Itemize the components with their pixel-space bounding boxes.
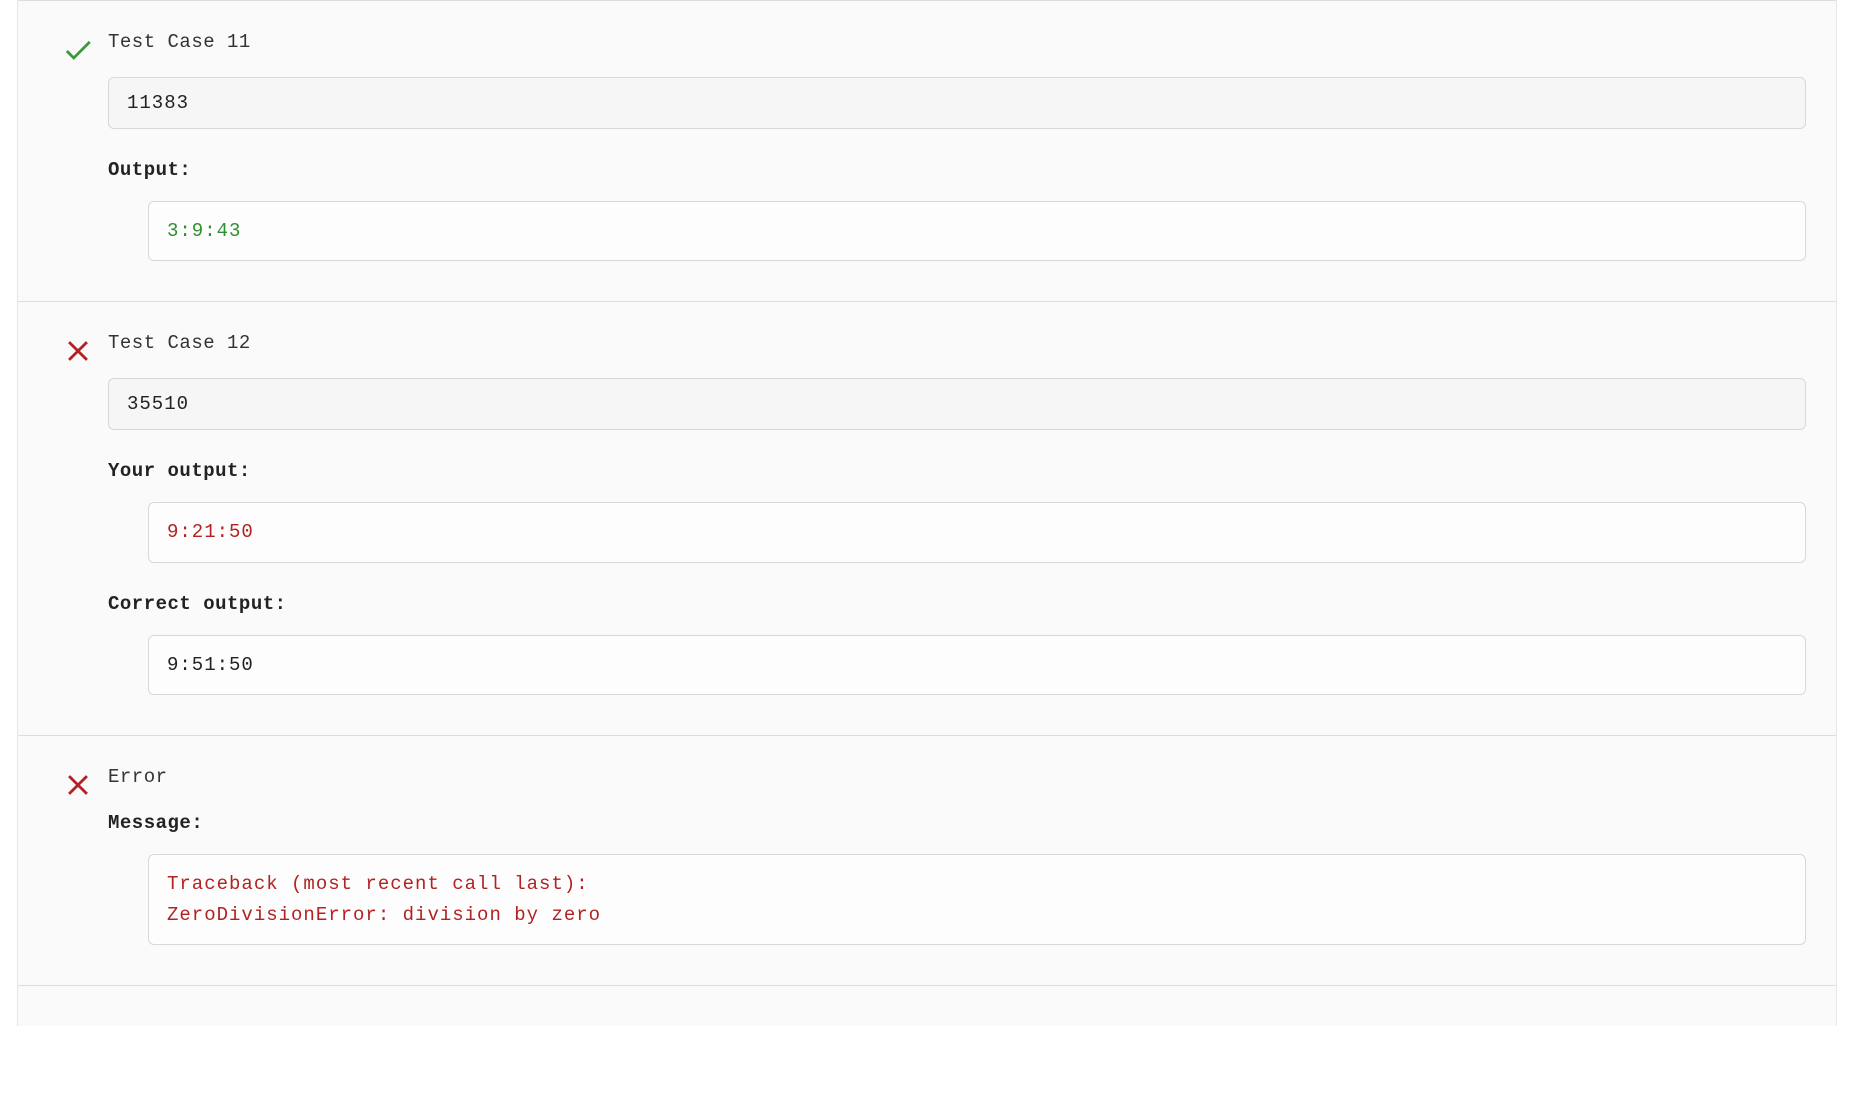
test-input: 35510 (108, 378, 1806, 430)
test-case: Test Case 11 11383 Output: 3:9:43 (18, 0, 1836, 301)
test-input: 11383 (108, 77, 1806, 129)
test-case: Test Case 12 35510 Your output: 9:21:50 … (18, 301, 1836, 735)
test-case-title: Test Case 12 (108, 332, 1806, 354)
correct-output-value: 9:51:50 (148, 635, 1806, 695)
output-label: Output: (108, 159, 1806, 181)
cross-icon (61, 334, 95, 374)
status-icon-col (48, 332, 108, 374)
test-case-title: Test Case 11 (108, 31, 1806, 53)
error-message: Traceback (most recent call last): ZeroD… (148, 854, 1806, 945)
test-case-body: Test Case 11 11383 Output: 3:9:43 (108, 31, 1806, 261)
message-label: Message: (108, 812, 1806, 834)
test-results-panel: Test Case 11 11383 Output: 3:9:43 Test C… (17, 0, 1837, 1026)
correct-output-label: Correct output: (108, 593, 1806, 615)
your-output-value: 9:21:50 (148, 502, 1806, 562)
status-icon-col (48, 766, 108, 808)
test-case-title: Error (108, 766, 1806, 788)
your-output-label: Your output: (108, 460, 1806, 482)
cross-icon (61, 768, 95, 808)
status-icon-col (48, 31, 108, 73)
test-case: Error Message: Traceback (most recent ca… (18, 735, 1836, 985)
test-case-body: Error Message: Traceback (most recent ca… (108, 766, 1806, 945)
output-value: 3:9:43 (148, 201, 1806, 261)
test-case-body: Test Case 12 35510 Your output: 9:21:50 … (108, 332, 1806, 695)
check-icon (61, 33, 95, 73)
